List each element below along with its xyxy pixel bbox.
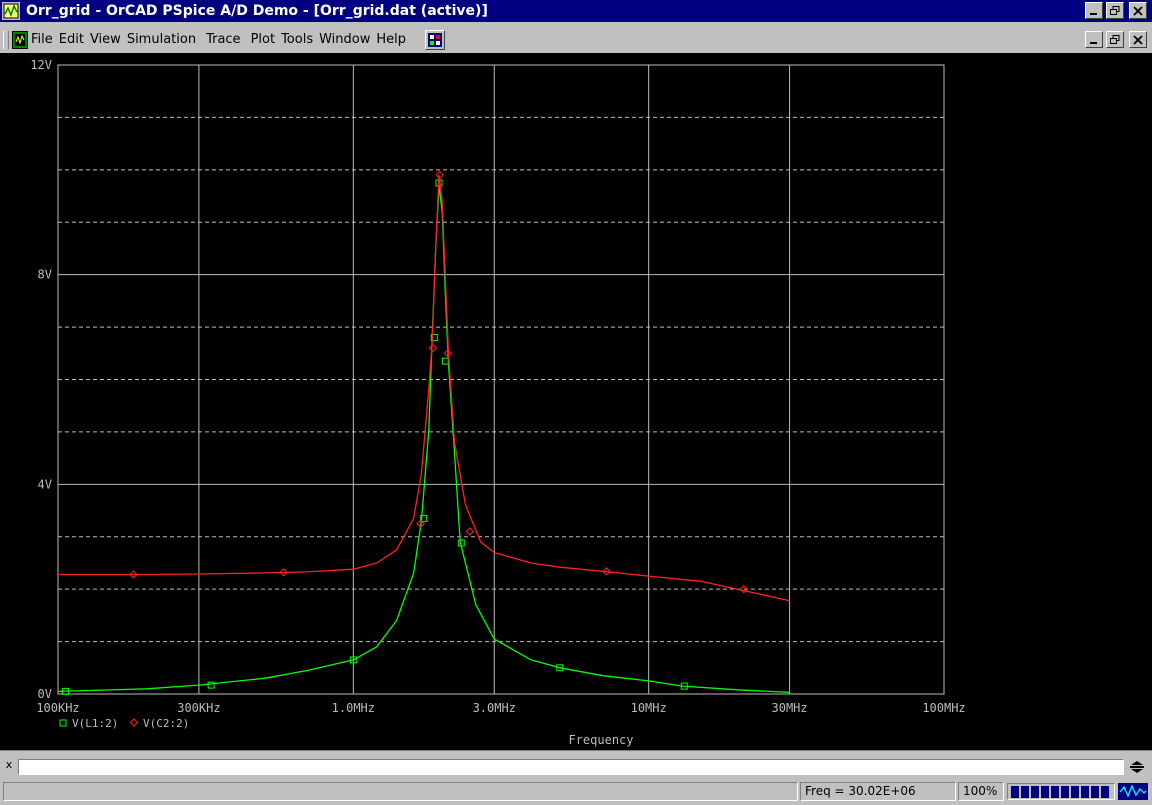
progress-segment xyxy=(1091,786,1099,798)
series-layer xyxy=(57,170,790,695)
child-close-button[interactable] xyxy=(1129,31,1147,48)
close-icon xyxy=(1133,35,1143,45)
minimize-icon xyxy=(1090,42,1097,44)
progress-segment xyxy=(1081,786,1089,798)
menu-plot[interactable]: Plot xyxy=(251,32,276,48)
status-blank xyxy=(3,782,798,801)
restore-icon xyxy=(1110,35,1120,44)
restore-button[interactable] xyxy=(1106,2,1124,19)
tick-labels: 100KHz 300KHz 1.0MHz 3.0MHz 10MHz 30MHz 100MHz… xyxy=(30,58,965,715)
legend: V(L1:2) V(C2:2) xyxy=(59,717,189,730)
y-tick-label: 0V xyxy=(38,687,52,701)
progress-segment xyxy=(1101,786,1109,798)
probe-icon[interactable] xyxy=(425,30,445,50)
legend-label: V(C2:2) xyxy=(143,717,189,730)
minimize-button[interactable] xyxy=(1085,2,1103,19)
menu-trace[interactable]: Trace xyxy=(206,32,241,48)
menu-file[interactable]: File xyxy=(31,32,53,48)
progress-segment xyxy=(1051,786,1059,798)
menu-help[interactable]: Help xyxy=(376,32,406,48)
status-bar: Freq = 30.02E+06 100% xyxy=(0,779,1152,805)
legend-marker-square xyxy=(59,719,67,727)
x-axis-label: Frequency xyxy=(568,733,633,747)
close-button[interactable] xyxy=(1129,2,1147,19)
y-tick-label: 8V xyxy=(38,268,52,282)
y-tick-label: 12V xyxy=(30,58,52,72)
menu-grip xyxy=(3,31,9,49)
simulation-progress xyxy=(1007,783,1115,800)
menu-tools[interactable]: Tools xyxy=(281,32,313,48)
x-tick-label: 300KHz xyxy=(177,701,220,715)
close-icon xyxy=(1133,6,1143,16)
child-minimize-button[interactable] xyxy=(1085,31,1103,48)
waveform-chart[interactable]: 100KHz 300KHz 1.0MHz 3.0MHz 10MHz 30MHz 100MHz… xyxy=(0,53,1152,750)
grid-layer xyxy=(58,65,944,694)
x-tick-label: 100KHz xyxy=(36,701,79,715)
series-marker-diamond xyxy=(428,343,438,353)
plot-window[interactable]: 100KHz 300KHz 1.0MHz 3.0MHz 10MHz 30MHz 100MHz… xyxy=(0,53,1152,750)
pspice-app-icon[interactable] xyxy=(2,2,20,20)
splitter[interactable] xyxy=(0,750,1152,757)
y-tick-label: 4V xyxy=(38,477,52,491)
minimize-icon xyxy=(1090,13,1097,15)
progress-segment xyxy=(1031,786,1039,798)
series-marker-diamond xyxy=(465,527,475,536)
x-tick-label: 30MHz xyxy=(772,701,808,715)
command-input[interactable] xyxy=(18,759,1124,775)
child-restore-button[interactable] xyxy=(1106,31,1124,48)
menu-simulation[interactable]: Simulation xyxy=(127,32,196,48)
menu-edit[interactable]: Edit xyxy=(59,32,84,48)
x-tick-label: 10MHz xyxy=(631,701,667,715)
series-marker-square xyxy=(441,357,449,365)
x-tick-label: 1.0MHz xyxy=(332,701,375,715)
x-tick-label: 3.0MHz xyxy=(473,701,516,715)
command-scroll-icon[interactable] xyxy=(1126,759,1148,775)
window-title: Orr_grid - OrCAD PSpice A/D Demo - [Orr_… xyxy=(26,3,488,19)
status-frequency: Freq = 30.02E+06 xyxy=(800,782,956,801)
x-tick-label: 100MHz xyxy=(922,701,965,715)
menu-view[interactable]: View xyxy=(90,32,121,48)
restore-icon xyxy=(1110,6,1120,15)
progress-segment xyxy=(1071,786,1079,798)
command-line-bar: x xyxy=(0,757,1152,777)
status-zoom: 100% xyxy=(958,782,1004,801)
progress-segment xyxy=(1021,786,1029,798)
command-close-button[interactable]: x xyxy=(3,759,15,775)
progress-segment xyxy=(1011,786,1019,798)
waveform-icon[interactable] xyxy=(1118,783,1148,800)
menu-window[interactable]: Window xyxy=(319,32,370,48)
title-bar: Orr_grid - OrCAD PSpice A/D Demo - [Orr_… xyxy=(0,0,1152,22)
menu-bar: File Edit View Simulation Trace Plot Tools Wind… xyxy=(0,28,1152,52)
progress-segment xyxy=(1041,786,1049,798)
progress-segment xyxy=(1061,786,1069,798)
pspice-document-icon[interactable] xyxy=(12,31,28,49)
legend-marker-diamond xyxy=(129,718,139,727)
legend-label: V(L1:2) xyxy=(72,717,118,730)
